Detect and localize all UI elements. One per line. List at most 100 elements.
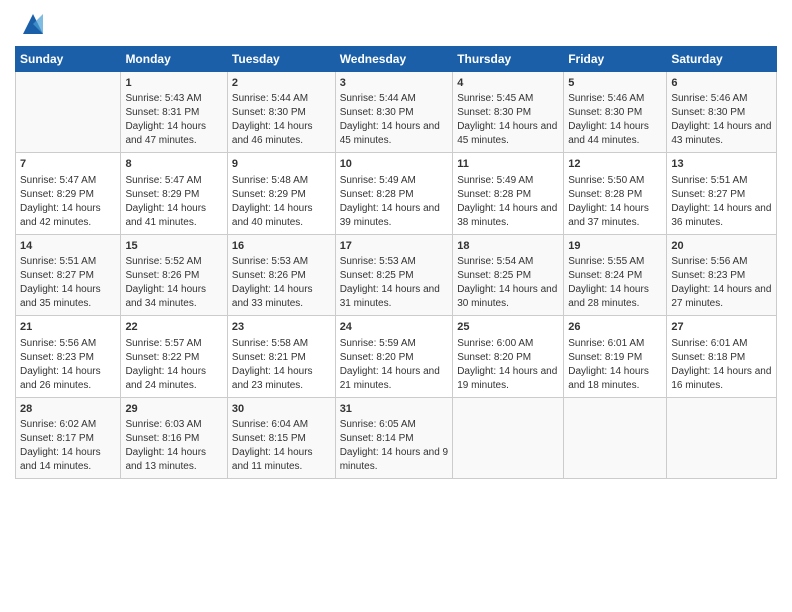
daylight-text: Daylight: 14 hours and 37 minutes. bbox=[568, 202, 662, 230]
day-number: 12 bbox=[568, 157, 662, 172]
sunrise-text: Sunrise: 6:01 AM bbox=[671, 337, 772, 351]
sunrise-text: Sunrise: 5:53 AM bbox=[340, 255, 449, 269]
sunset-text: Sunset: 8:17 PM bbox=[20, 432, 116, 446]
calendar-cell: 16Sunrise: 5:53 AMSunset: 8:26 PMDayligh… bbox=[227, 234, 335, 315]
daylight-text: Daylight: 14 hours and 36 minutes. bbox=[671, 202, 772, 230]
calendar-week-row: 14Sunrise: 5:51 AMSunset: 8:27 PMDayligh… bbox=[16, 234, 777, 315]
daylight-text: Daylight: 14 hours and 46 minutes. bbox=[232, 120, 331, 148]
day-number: 14 bbox=[20, 239, 116, 254]
day-number: 2 bbox=[232, 76, 331, 91]
calendar-cell: 14Sunrise: 5:51 AMSunset: 8:27 PMDayligh… bbox=[16, 234, 121, 315]
sunrise-text: Sunrise: 6:05 AM bbox=[340, 418, 449, 432]
sunrise-text: Sunrise: 5:52 AM bbox=[125, 255, 222, 269]
day-number: 22 bbox=[125, 320, 222, 335]
daylight-text: Daylight: 14 hours and 42 minutes. bbox=[20, 202, 116, 230]
sunrise-text: Sunrise: 6:02 AM bbox=[20, 418, 116, 432]
sunrise-text: Sunrise: 5:55 AM bbox=[568, 255, 662, 269]
logo bbox=[15, 10, 47, 38]
calendar-table: Sunday Monday Tuesday Wednesday Thursday… bbox=[15, 46, 777, 479]
calendar-cell: 18Sunrise: 5:54 AMSunset: 8:25 PMDayligh… bbox=[453, 234, 564, 315]
day-number: 11 bbox=[457, 157, 559, 172]
logo-icon bbox=[19, 10, 47, 38]
page-header bbox=[15, 10, 777, 38]
sunrise-text: Sunrise: 5:45 AM bbox=[457, 92, 559, 106]
daylight-text: Daylight: 14 hours and 30 minutes. bbox=[457, 283, 559, 311]
sunrise-text: Sunrise: 6:03 AM bbox=[125, 418, 222, 432]
calendar-cell: 19Sunrise: 5:55 AMSunset: 8:24 PMDayligh… bbox=[564, 234, 667, 315]
col-thursday: Thursday bbox=[453, 47, 564, 72]
sunset-text: Sunset: 8:28 PM bbox=[457, 188, 559, 202]
calendar-cell: 10Sunrise: 5:49 AMSunset: 8:28 PMDayligh… bbox=[335, 153, 453, 234]
calendar-cell: 24Sunrise: 5:59 AMSunset: 8:20 PMDayligh… bbox=[335, 316, 453, 397]
day-number: 26 bbox=[568, 320, 662, 335]
day-number: 23 bbox=[232, 320, 331, 335]
sunrise-text: Sunrise: 5:46 AM bbox=[568, 92, 662, 106]
col-wednesday: Wednesday bbox=[335, 47, 453, 72]
sunrise-text: Sunrise: 5:51 AM bbox=[20, 255, 116, 269]
calendar-cell: 29Sunrise: 6:03 AMSunset: 8:16 PMDayligh… bbox=[121, 397, 227, 478]
sunset-text: Sunset: 8:14 PM bbox=[340, 432, 449, 446]
daylight-text: Daylight: 14 hours and 41 minutes. bbox=[125, 202, 222, 230]
sunset-text: Sunset: 8:19 PM bbox=[568, 351, 662, 365]
daylight-text: Daylight: 14 hours and 19 minutes. bbox=[457, 365, 559, 393]
daylight-text: Daylight: 14 hours and 27 minutes. bbox=[671, 283, 772, 311]
sunset-text: Sunset: 8:25 PM bbox=[340, 269, 449, 283]
sunrise-text: Sunrise: 5:48 AM bbox=[232, 174, 331, 188]
col-sunday: Sunday bbox=[16, 47, 121, 72]
sunrise-text: Sunrise: 5:49 AM bbox=[340, 174, 449, 188]
calendar-cell bbox=[453, 397, 564, 478]
sunset-text: Sunset: 8:27 PM bbox=[20, 269, 116, 283]
daylight-text: Daylight: 14 hours and 35 minutes. bbox=[20, 283, 116, 311]
day-number: 6 bbox=[671, 76, 772, 91]
daylight-text: Daylight: 14 hours and 21 minutes. bbox=[340, 365, 449, 393]
daylight-text: Daylight: 14 hours and 9 minutes. bbox=[340, 446, 449, 474]
daylight-text: Daylight: 14 hours and 23 minutes. bbox=[232, 365, 331, 393]
day-number: 18 bbox=[457, 239, 559, 254]
sunset-text: Sunset: 8:22 PM bbox=[125, 351, 222, 365]
day-number: 31 bbox=[340, 402, 449, 417]
calendar-week-row: 1Sunrise: 5:43 AMSunset: 8:31 PMDaylight… bbox=[16, 72, 777, 153]
sunrise-text: Sunrise: 5:56 AM bbox=[20, 337, 116, 351]
calendar-cell: 9Sunrise: 5:48 AMSunset: 8:29 PMDaylight… bbox=[227, 153, 335, 234]
calendar-cell: 30Sunrise: 6:04 AMSunset: 8:15 PMDayligh… bbox=[227, 397, 335, 478]
daylight-text: Daylight: 14 hours and 28 minutes. bbox=[568, 283, 662, 311]
day-number: 4 bbox=[457, 76, 559, 91]
calendar-cell: 25Sunrise: 6:00 AMSunset: 8:20 PMDayligh… bbox=[453, 316, 564, 397]
day-number: 10 bbox=[340, 157, 449, 172]
calendar-cell: 3Sunrise: 5:44 AMSunset: 8:30 PMDaylight… bbox=[335, 72, 453, 153]
daylight-text: Daylight: 14 hours and 24 minutes. bbox=[125, 365, 222, 393]
day-number: 21 bbox=[20, 320, 116, 335]
sunrise-text: Sunrise: 5:47 AM bbox=[125, 174, 222, 188]
sunrise-text: Sunrise: 5:47 AM bbox=[20, 174, 116, 188]
calendar-cell: 4Sunrise: 5:45 AMSunset: 8:30 PMDaylight… bbox=[453, 72, 564, 153]
sunrise-text: Sunrise: 6:01 AM bbox=[568, 337, 662, 351]
sunset-text: Sunset: 8:26 PM bbox=[125, 269, 222, 283]
day-number: 1 bbox=[125, 76, 222, 91]
sunrise-text: Sunrise: 5:59 AM bbox=[340, 337, 449, 351]
calendar-cell: 26Sunrise: 6:01 AMSunset: 8:19 PMDayligh… bbox=[564, 316, 667, 397]
calendar-cell: 12Sunrise: 5:50 AMSunset: 8:28 PMDayligh… bbox=[564, 153, 667, 234]
sunset-text: Sunset: 8:30 PM bbox=[232, 106, 331, 120]
col-saturday: Saturday bbox=[667, 47, 777, 72]
calendar-cell: 8Sunrise: 5:47 AMSunset: 8:29 PMDaylight… bbox=[121, 153, 227, 234]
calendar-cell: 27Sunrise: 6:01 AMSunset: 8:18 PMDayligh… bbox=[667, 316, 777, 397]
daylight-text: Daylight: 14 hours and 43 minutes. bbox=[671, 120, 772, 148]
sunset-text: Sunset: 8:21 PM bbox=[232, 351, 331, 365]
daylight-text: Daylight: 14 hours and 47 minutes. bbox=[125, 120, 222, 148]
sunrise-text: Sunrise: 5:54 AM bbox=[457, 255, 559, 269]
calendar-cell: 20Sunrise: 5:56 AMSunset: 8:23 PMDayligh… bbox=[667, 234, 777, 315]
sunrise-text: Sunrise: 5:46 AM bbox=[671, 92, 772, 106]
day-number: 7 bbox=[20, 157, 116, 172]
header-row: Sunday Monday Tuesday Wednesday Thursday… bbox=[16, 47, 777, 72]
day-number: 15 bbox=[125, 239, 222, 254]
sunset-text: Sunset: 8:18 PM bbox=[671, 351, 772, 365]
calendar-cell: 17Sunrise: 5:53 AMSunset: 8:25 PMDayligh… bbox=[335, 234, 453, 315]
calendar-cell: 21Sunrise: 5:56 AMSunset: 8:23 PMDayligh… bbox=[16, 316, 121, 397]
sunset-text: Sunset: 8:29 PM bbox=[125, 188, 222, 202]
sunrise-text: Sunrise: 5:51 AM bbox=[671, 174, 772, 188]
sunrise-text: Sunrise: 5:58 AM bbox=[232, 337, 331, 351]
calendar-cell: 31Sunrise: 6:05 AMSunset: 8:14 PMDayligh… bbox=[335, 397, 453, 478]
day-number: 3 bbox=[340, 76, 449, 91]
day-number: 9 bbox=[232, 157, 331, 172]
calendar-week-row: 7Sunrise: 5:47 AMSunset: 8:29 PMDaylight… bbox=[16, 153, 777, 234]
